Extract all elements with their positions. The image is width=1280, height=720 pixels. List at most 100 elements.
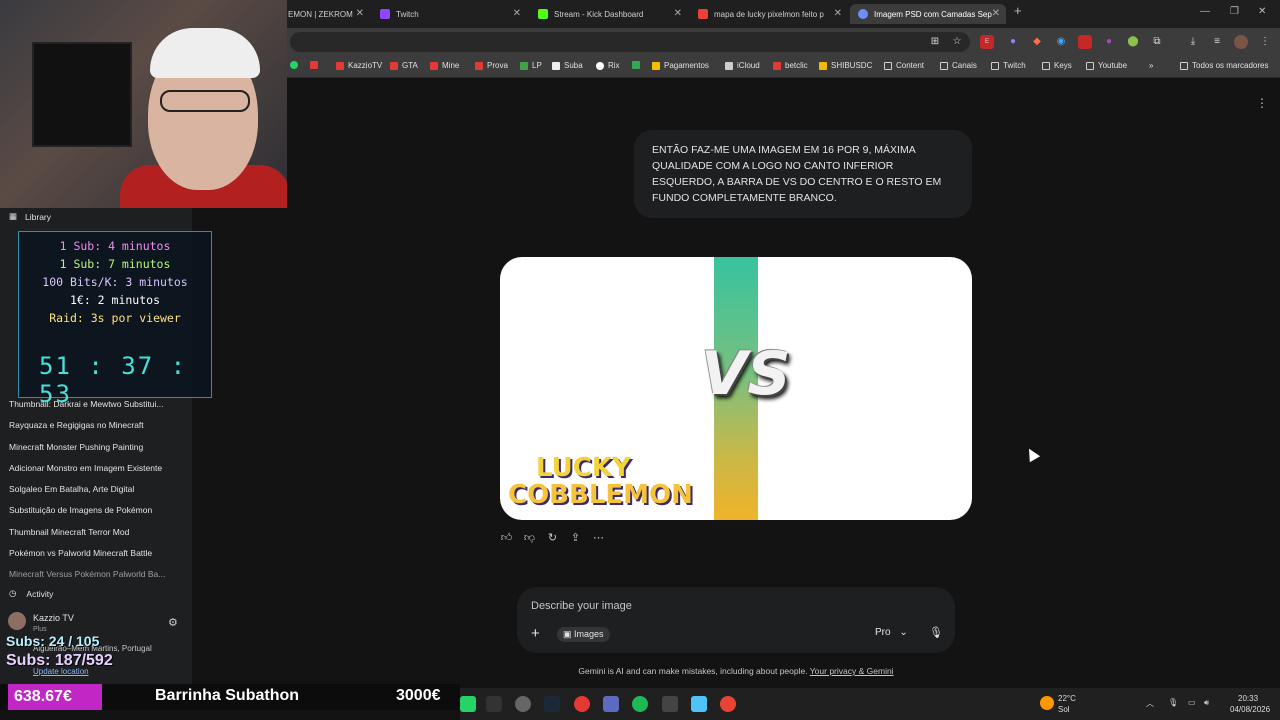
- generated-image[interactable]: VS LUCKY COBBLEMON: [500, 257, 972, 520]
- close-icon[interactable]: ✕: [992, 8, 1000, 19]
- translate-icon[interactable]: ⊞: [928, 35, 942, 49]
- minimize-icon[interactable]: —: [1200, 6, 1210, 17]
- conversation-item[interactable]: Adicionar Monstro em Imagem Existente: [9, 463, 185, 473]
- rule-line: 1 Sub: 4 minutos: [59, 239, 171, 253]
- speaker-icon[interactable]: 🔊︎: [1204, 698, 1209, 708]
- settings-gear-icon[interactable]: ⚙: [168, 616, 178, 629]
- avatar[interactable]: [8, 612, 26, 630]
- bookmark-label: Prova: [487, 61, 508, 70]
- money-raised: 638.67€: [8, 684, 102, 710]
- share-icon[interactable]: ⇪: [569, 532, 582, 545]
- bookmark-suba[interactable]: Suba: [552, 61, 583, 70]
- bookmark-chart[interactable]: [310, 61, 322, 69]
- extensions-puzzle-icon[interactable]: ⧉: [1150, 35, 1164, 49]
- bookmark-lp[interactable]: LP: [520, 61, 542, 70]
- thumbs-up-icon[interactable]: 👍︎: [500, 532, 513, 545]
- bookmark-icloud[interactable]: iCloud: [725, 61, 760, 70]
- obs-icon[interactable]: [515, 696, 531, 712]
- extension-icon[interactable]: E: [980, 35, 994, 49]
- response-actions: 👍︎ 👎︎ ↻ ⇪ ⋯: [500, 532, 605, 545]
- profile-avatar-icon[interactable]: [1234, 35, 1248, 49]
- microphone-icon[interactable]: 🎙︎: [929, 626, 943, 639]
- bookmark-drive[interactable]: [632, 61, 644, 69]
- app-grid-icon[interactable]: [603, 696, 619, 712]
- thumbs-down-icon[interactable]: 👎︎: [523, 532, 536, 545]
- microphone-tray-icon[interactable]: 🎙︎: [1168, 698, 1178, 707]
- prompt-input[interactable]: [531, 597, 931, 615]
- spotify-icon[interactable]: [632, 696, 648, 712]
- bookmark-prova[interactable]: Prova: [475, 61, 508, 70]
- bookmark-label: betclic: [785, 61, 808, 70]
- app-icon[interactable]: [574, 696, 590, 712]
- regenerate-icon[interactable]: ↻: [546, 532, 559, 545]
- conversation-item[interactable]: Substituição de Imagens de Pokémon: [9, 505, 185, 515]
- privacy-link[interactable]: Your privacy & Gemini: [810, 666, 894, 676]
- conversation-item[interactable]: Thumbnail Minecraft Terror Mod: [9, 527, 185, 537]
- tray-chevron-icon[interactable]: ︿: [1146, 698, 1154, 709]
- window-close-icon[interactable]: ✕: [1258, 6, 1266, 17]
- whatsapp-icon[interactable]: [290, 61, 302, 69]
- tab-kick-dashboard[interactable]: Stream - Kick Dashboard ✕: [530, 4, 688, 24]
- library-link[interactable]: ▦ Library: [9, 211, 51, 222]
- extension-icon[interactable]: ●: [1006, 35, 1020, 49]
- bookmark-twitch[interactable]: Twitch: [991, 61, 1026, 70]
- tab-twitch[interactable]: Twitch ✕: [372, 4, 527, 24]
- chrome-icon[interactable]: [720, 696, 736, 712]
- extension-icon[interactable]: ⬤: [1126, 35, 1140, 49]
- close-icon[interactable]: ✕: [513, 8, 521, 19]
- gmail-icon: [698, 9, 708, 19]
- bookmark-label: Mine: [442, 61, 460, 70]
- extension-icon[interactable]: ◉: [1054, 35, 1068, 49]
- extension-icon[interactable]: [1078, 35, 1092, 49]
- bookmark-youtube[interactable]: Youtube: [1086, 61, 1127, 70]
- bookmark-content[interactable]: Content: [884, 61, 924, 70]
- history-icon: ◷: [9, 588, 17, 598]
- conversation-item[interactable]: Minecraft Monster Pushing Painting: [9, 442, 185, 452]
- close-icon[interactable]: ✕: [834, 8, 842, 19]
- tab-gmail[interactable]: mapa de lucky pixelmon feito p ✕: [690, 4, 848, 24]
- capcut-icon[interactable]: [662, 696, 678, 712]
- bookmark-rix[interactable]: Rix: [596, 61, 620, 70]
- images-chip[interactable]: ▣ Images: [557, 627, 610, 642]
- whatsapp-icon[interactable]: [460, 696, 476, 712]
- bookmark-star-icon[interactable]: ☆: [950, 35, 964, 49]
- tab-gemini-active[interactable]: Imagem PSD com Camadas Sep ✕: [850, 4, 1006, 24]
- new-tab-icon[interactable]: +: [1014, 3, 1022, 18]
- conversation-item[interactable]: Minecraft Versus Pokémon Palworld Ba...: [9, 569, 185, 579]
- reading-list-icon[interactable]: ≡: [1210, 35, 1224, 49]
- bookmark-keys[interactable]: Keys: [1042, 61, 1072, 70]
- conversation-item[interactable]: Rayquaza e Regigigas no Minecraft: [9, 420, 185, 430]
- more-options-icon[interactable]: ⋮: [1256, 96, 1268, 110]
- display-icon[interactable]: ▭: [1188, 698, 1196, 707]
- more-icon[interactable]: ⋯: [592, 532, 605, 545]
- bookmark-gta[interactable]: GTA: [390, 61, 418, 70]
- tab-zekrom[interactable]: EMON | ZEKROM ✕: [280, 4, 370, 24]
- epic-games-icon[interactable]: [486, 696, 502, 712]
- extension-icon[interactable]: ●: [1102, 35, 1116, 49]
- close-icon[interactable]: ✕: [674, 8, 682, 19]
- more-bookmarks-icon[interactable]: »: [1149, 61, 1153, 70]
- add-icon[interactable]: +: [531, 625, 540, 642]
- address-bar[interactable]: [290, 32, 970, 52]
- download-icon[interactable]: ⤓: [1186, 35, 1200, 49]
- steam-icon[interactable]: [544, 696, 560, 712]
- bookmark-label: GTA: [402, 61, 418, 70]
- bookmark-mine[interactable]: Mine: [430, 61, 459, 70]
- model-selector[interactable]: Pro ⌄: [875, 627, 908, 638]
- bookmark-canais[interactable]: Canais: [940, 61, 977, 70]
- restore-icon[interactable]: ❐: [1230, 6, 1239, 17]
- bookmark-pagamentos[interactable]: Pagamentos: [652, 61, 709, 70]
- bookmark-betclic[interactable]: betclic: [773, 61, 808, 70]
- menu-kebab-icon[interactable]: ⋮: [1258, 35, 1272, 49]
- subathon-title: Barrinha Subathon: [155, 687, 300, 704]
- bookmark-shibusdc[interactable]: SHIBUSDC: [819, 61, 872, 70]
- bookmark-kazziotv[interactable]: KazzioTV: [336, 61, 382, 70]
- extension-icon[interactable]: ◆: [1030, 35, 1044, 49]
- close-icon[interactable]: ✕: [356, 8, 364, 19]
- streamer-cap: [150, 28, 260, 78]
- conversation-item[interactable]: Solgaleo Em Batalha, Arte Digital: [9, 484, 185, 494]
- conversation-item[interactable]: Pokémon vs Palworld Minecraft Battle: [9, 548, 185, 558]
- bookmark-all[interactable]: Todos os marcadores: [1180, 61, 1268, 70]
- notepad-icon[interactable]: [691, 696, 707, 712]
- activity-link[interactable]: ◷ Activity: [9, 588, 53, 599]
